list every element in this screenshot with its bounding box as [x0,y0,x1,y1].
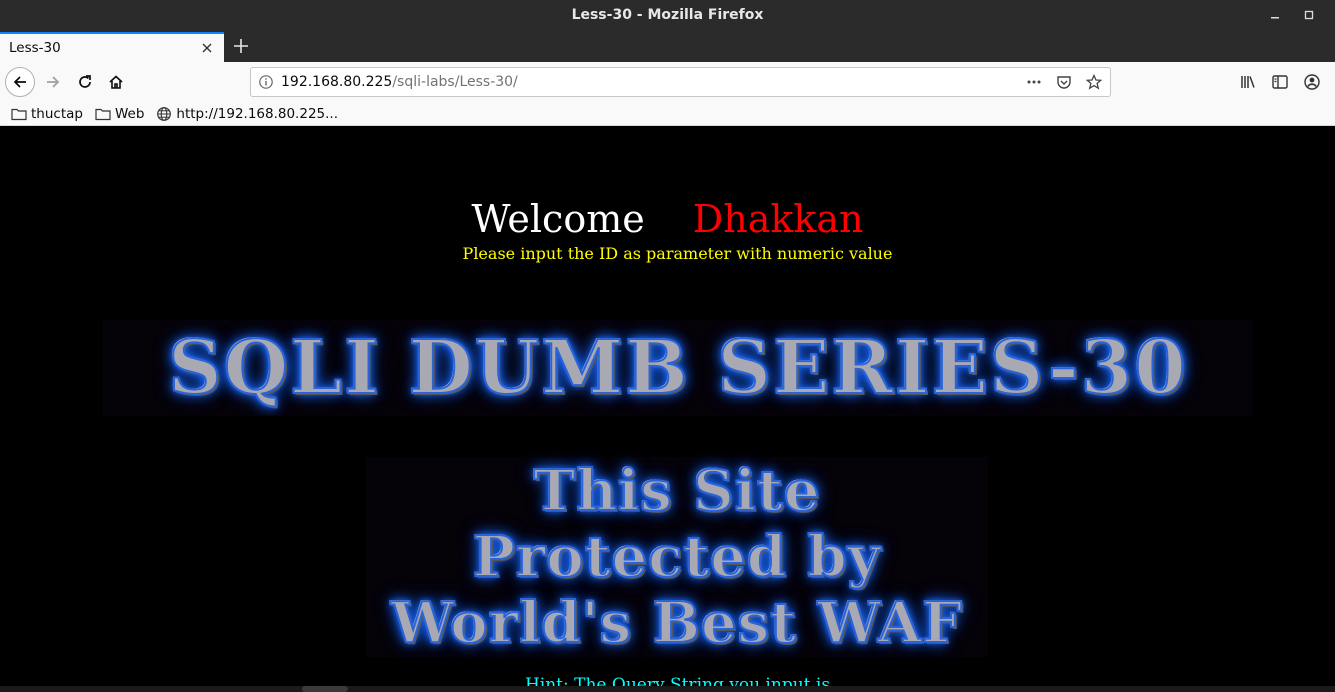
plus-icon [234,39,248,53]
series-banner-image: SQLI DUMB SERIES-30 [103,320,1253,416]
reload-icon [79,75,91,88]
star-icon [1086,74,1102,90]
library-icon [1241,76,1255,88]
bookmark-web[interactable]: Web [95,106,144,122]
back-button[interactable] [5,67,35,97]
minimize-icon [1271,17,1279,19]
maximize-button[interactable] [1295,0,1323,30]
bookmark-label: thuctap [31,105,83,122]
bookmark-label: Web [114,105,145,122]
home-button[interactable] [101,67,131,97]
tab-less-30[interactable]: Less-30 [0,32,224,62]
url-host: 192.168.80.225 [281,74,393,90]
welcome-text: Welcome [471,197,645,241]
page-content: Welcome Dhakkan Please input the ID as pa… [0,127,1335,692]
bookmark-star-button[interactable] [1086,74,1102,90]
scrollbar-thumb[interactable] [302,686,348,692]
horizontal-scrollbar[interactable] [0,686,1335,692]
bookmark-label: http://192.168.80.225... [176,105,338,122]
instruction-text: Please input the ID as parameter with nu… [462,244,893,263]
forward-button[interactable] [38,67,68,97]
sidebar-icon [1272,75,1288,89]
home-icon [109,75,123,89]
waf-line-2: Protected by [472,523,882,591]
account-button[interactable] [1303,73,1321,91]
globe-icon [157,106,172,121]
pocket-button[interactable] [1056,74,1072,90]
toolbar-right [1239,67,1321,97]
tab-close-button[interactable] [198,39,216,57]
close-icon [202,43,212,53]
site-info-button[interactable] [251,74,281,90]
folder-icon [11,108,27,120]
window-title: Less-30 - Mozilla Firefox [571,7,764,23]
waf-line-1: This Site [533,457,821,525]
more-horizontal-icon [1027,80,1041,84]
navigation-toolbar: 192.168.80.225/sqli-labs/Less-30/ [0,62,1335,102]
reload-button[interactable] [70,67,100,97]
window-titlebar: Less-30 - Mozilla Firefox [0,0,1335,30]
bookmarks-toolbar: thuctap Web http://192.168.80.225... [0,102,1335,126]
welcome-heading: Welcome Dhakkan [0,197,1335,241]
url-actions [1026,68,1102,96]
folder-icon [95,108,111,120]
series-banner-text: SQLI DUMB SERIES-30 [167,324,1188,412]
url-path: /sqli-labs/Less-30/ [392,74,518,90]
tab-label: Less-30 [9,40,61,56]
new-tab-button[interactable] [229,32,253,60]
info-icon [259,75,273,89]
account-icon [1304,74,1320,90]
tab-strip: Less-30 [0,30,1335,62]
sidebar-button[interactable] [1271,73,1289,91]
bookmark-ip[interactable]: http://192.168.80.225... [156,106,338,122]
pocket-icon [1057,76,1071,89]
back-arrow-icon [13,76,26,88]
forward-arrow-icon [47,76,60,88]
bookmark-thuctap[interactable]: thuctap [11,106,83,122]
waf-banner-image: This Site Protected by World's Best WAF [366,457,988,657]
minimize-button[interactable] [1261,0,1289,30]
maximize-icon [1304,10,1314,20]
page-actions-button[interactable] [1026,74,1042,90]
waf-line-3: World's Best WAF [390,589,964,657]
welcome-name: Dhakkan [692,197,864,241]
url-bar[interactable]: 192.168.80.225/sqli-labs/Less-30/ [250,67,1111,97]
library-button[interactable] [1239,73,1257,91]
